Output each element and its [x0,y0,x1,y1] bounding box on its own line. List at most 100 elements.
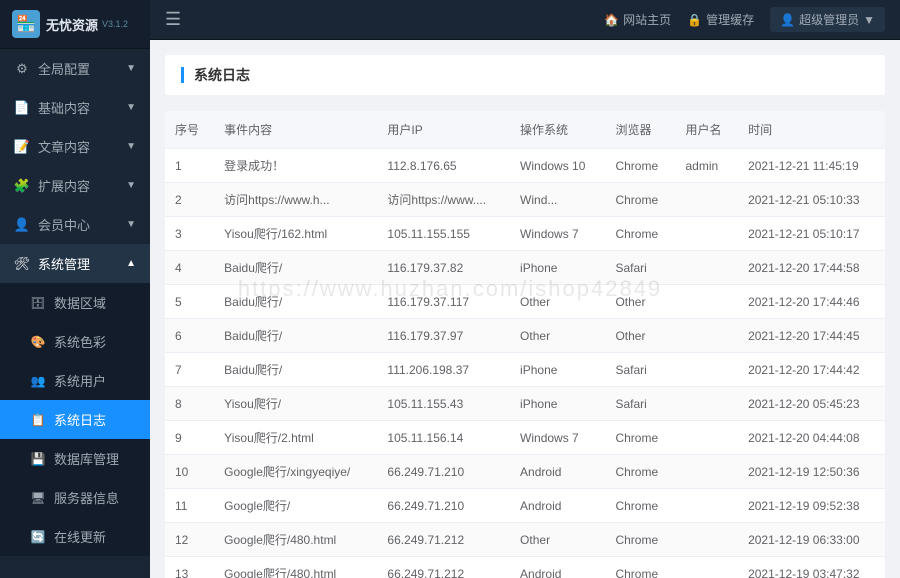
sidebar-item-quanju[interactable]: ⚙ 全局配置 ▼ [0,49,150,88]
users-icon: 👥 [30,373,46,389]
extend-icon: 🧩 [14,178,30,194]
sidebar-item-jichu[interactable]: 📄 基础内容 ▼ [0,88,150,127]
sidebar-item-label: 基础内容 [38,98,126,117]
cell-os: Wind... [510,183,605,217]
server-icon: 🖥 [30,490,46,506]
sidebar-menu: ⚙ 全局配置 ▼ 📄 基础内容 ▼ 📝 文章内容 ▼ 🧩 扩展内容 ▼ 👤 会员… [0,49,150,578]
cell-user [675,557,738,578]
table-row: 10 Google爬行/xingyeqiye/ 66.249.71.210 An… [165,455,885,489]
user-icon: 👤 [14,217,30,233]
cell-id: 13 [165,557,214,578]
sidebar-sub-label: 服务器信息 [54,488,136,507]
cell-time: 2021-12-20 05:45:23 [738,387,885,421]
sidebar-item-label: 系统管理 [38,254,126,273]
cell-id: 5 [165,285,214,319]
sidebar-item-kuozhan[interactable]: 🧩 扩展内容 ▼ [0,166,150,205]
cell-ip: 116.179.37.82 [377,251,510,285]
cell-user [675,353,738,387]
toggle-sidebar-button[interactable]: ☰ [165,9,181,30]
cell-time: 2021-12-20 17:44:58 [738,251,885,285]
cell-time: 2021-12-20 17:44:45 [738,319,885,353]
sidebar-item-wenzhang[interactable]: 📝 文章内容 ▼ [0,127,150,166]
sidebar-sub-label: 数据库管理 [54,449,136,468]
sidebar-item-fuwuqi[interactable]: 🖥 服务器信息 [0,478,150,517]
cache-link[interactable]: 🔒 管理缓存 [687,11,754,28]
cell-browser: Chrome [605,183,675,217]
cell-time: 2021-12-19 06:33:00 [738,523,885,557]
cell-ip: 66.249.71.212 [377,557,510,578]
cell-user [675,489,738,523]
cell-event: Yisou爬行/ [214,387,377,421]
arrow-icon: ▼ [126,102,136,113]
main-area: ☰ 🏠 网站主页 🔒 管理缓存 👤 超级管理员 ▼ 系统日志 https://w… [150,0,900,578]
table-row: 11 Google爬行/ 66.249.71.210 Android Chrom… [165,489,885,523]
cell-event: Yisou爬行/2.html [214,421,377,455]
log-table: 序号 事件内容 用户IP 操作系统 浏览器 用户名 时间 1 登录成功！ 112… [165,111,885,578]
content-area: 系统日志 https://www.huzhan.com/ishop42849 序… [150,40,900,578]
cell-user [675,319,738,353]
table-row: 7 Baidu爬行/ 111.206.198.37 iPhone Safari … [165,353,885,387]
cell-event: Google爬行/ [214,489,377,523]
cell-id: 12 [165,523,214,557]
sidebar-logo: 🏪 无忧资源 V3.1.2 [0,0,150,49]
cell-browser: Safari [605,251,675,285]
arrow-up-icon: ▲ [126,258,136,269]
cell-os: Other [510,285,605,319]
table-header: 序号 事件内容 用户IP 操作系统 浏览器 用户名 时间 [165,111,885,149]
cache-label: 管理缓存 [706,11,754,28]
cell-ip: 116.179.37.97 [377,319,510,353]
user-arrow-icon: ▼ [863,13,875,27]
cell-browser: Other [605,285,675,319]
home-icon: 🏠 [604,13,619,27]
sidebar: 🏪 无忧资源 V3.1.2 ⚙ 全局配置 ▼ 📄 基础内容 ▼ 📝 文章内容 ▼… [0,0,150,578]
cell-id: 7 [165,353,214,387]
cell-event: Google爬行/480.html [214,557,377,578]
arrow-icon: ▼ [126,219,136,230]
xitong-submenu: 🗄 数据区域 🎨 系统色彩 👥 系统用户 📋 系统日志 💾 数据库管理 🖥 [0,283,150,556]
cell-browser: Chrome [605,455,675,489]
table-row: 13 Google爬行/480.html 66.249.71.212 Andro… [165,557,885,578]
table-row: 6 Baidu爬行/ 116.179.37.97 Other Other 202… [165,319,885,353]
sidebar-item-huiyuan[interactable]: 👤 会员中心 ▼ [0,205,150,244]
col-header-time: 时间 [738,111,885,149]
sidebar-item-xitong[interactable]: 🛠 系统管理 ▲ [0,244,150,283]
cell-event: Google爬行/xingyeqiye/ [214,455,377,489]
cell-os: Windows 7 [510,421,605,455]
cell-time: 2021-12-21 11:45:19 [738,149,885,183]
log-table-container: 序号 事件内容 用户IP 操作系统 浏览器 用户名 时间 1 登录成功！ 112… [165,111,885,578]
cell-ip: 116.179.37.117 [377,285,510,319]
logo-text: 无忧资源 [46,15,98,34]
sidebar-item-xitonguser[interactable]: 👥 系统用户 [0,361,150,400]
cell-ip: 66.249.71.210 [377,489,510,523]
cell-id: 8 [165,387,214,421]
cell-browser: Safari [605,353,675,387]
avatar-icon: 👤 [780,13,795,27]
cell-event: Baidu爬行/ [214,285,377,319]
cell-ip: 105.11.156.14 [377,421,510,455]
cell-time: 2021-12-20 17:44:42 [738,353,885,387]
table-row: 1 登录成功！ 112.8.176.65 Windows 10 Chrome a… [165,149,885,183]
cell-time: 2021-12-21 05:10:17 [738,217,885,251]
sidebar-item-xitongrizhi[interactable]: 📋 系统日志 [0,400,150,439]
sidebar-item-shujuqyu[interactable]: 🗄 数据区域 [0,283,150,322]
palette-icon: 🎨 [30,334,46,350]
table-row: 12 Google爬行/480.html 66.249.71.212 Other… [165,523,885,557]
cell-id: 1 [165,149,214,183]
cell-ip: 105.11.155.155 [377,217,510,251]
topbar-right: 🏠 网站主页 🔒 管理缓存 👤 超级管理员 ▼ [604,7,885,32]
user-menu[interactable]: 👤 超级管理员 ▼ [770,7,885,32]
sidebar-item-shujuguanli[interactable]: 💾 数据库管理 [0,439,150,478]
cell-ip: 66.249.71.210 [377,455,510,489]
col-header-os: 操作系统 [510,111,605,149]
edit-icon: 📝 [14,139,30,155]
cell-event: Baidu爬行/ [214,251,377,285]
cell-id: 2 [165,183,214,217]
sidebar-sub-label: 系统用户 [54,371,136,390]
sidebar-item-xitongse[interactable]: 🎨 系统色彩 [0,322,150,361]
cell-id: 10 [165,455,214,489]
cell-ip: 112.8.176.65 [377,149,510,183]
cell-ip: 66.249.71.212 [377,523,510,557]
cell-user [675,523,738,557]
sidebar-item-zaixian[interactable]: 🔄 在线更新 [0,517,150,556]
website-link[interactable]: 🏠 网站主页 [604,11,671,28]
